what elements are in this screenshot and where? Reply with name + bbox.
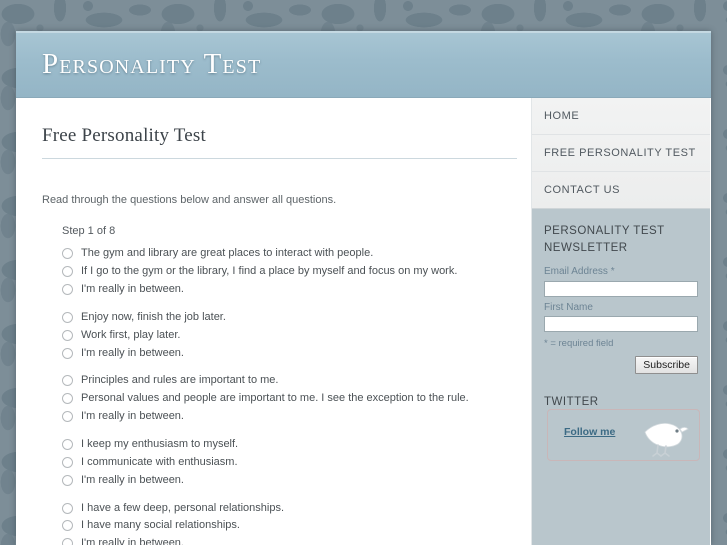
option-label: I'm really in between. <box>81 537 184 545</box>
option-label: I'm really in between. <box>81 410 184 423</box>
subscribe-button[interactable]: Subscribe <box>635 356 698 375</box>
option-row[interactable]: I have many social relationships. <box>62 517 517 535</box>
question-group: Principles and rules are important to me… <box>42 362 517 426</box>
radio-button[interactable] <box>62 474 73 486</box>
option-row[interactable]: I communicate with enthusiasm. <box>62 454 517 472</box>
option-label: Personal values and people are important… <box>81 392 469 405</box>
radio-button[interactable] <box>62 520 73 532</box>
subscribe-row: Subscribe <box>544 349 698 375</box>
radio-button[interactable] <box>62 456 73 468</box>
newsletter-widget: PERSONALITY TEST NEWSLETTER Email Addres… <box>544 223 698 375</box>
option-row[interactable]: I'm really in between. <box>62 281 517 299</box>
required-field-note: * = required field <box>544 338 614 350</box>
sidebar-item-home[interactable]: HOME <box>532 98 710 135</box>
site-title: Personality Test <box>42 48 262 80</box>
page-title: Free Personality Test <box>42 125 206 146</box>
option-label: I'm really in between. <box>81 346 184 359</box>
radio-button[interactable] <box>62 347 73 359</box>
option-row[interactable]: I'm really in between. <box>62 345 517 363</box>
step-label: Step 1 of 8 <box>62 225 116 238</box>
option-row[interactable]: Personal values and people are important… <box>62 390 517 408</box>
radio-button[interactable] <box>62 284 73 296</box>
question-group: The gym and library are great places to … <box>42 237 517 299</box>
radio-button[interactable] <box>62 248 73 260</box>
option-label: I communicate with enthusiasm. <box>81 455 238 468</box>
twitter-title: TWITTER <box>544 396 599 409</box>
option-row[interactable]: The gym and library are great places to … <box>62 245 517 263</box>
twitter-widget: TWITTER Follow me <box>544 396 700 462</box>
option-row[interactable]: If I go to the gym or the library, I fin… <box>62 263 517 281</box>
radio-button[interactable] <box>62 538 73 545</box>
radio-button[interactable] <box>62 502 73 514</box>
option-row[interactable]: I keep my enthusiasm to myself. <box>62 436 517 454</box>
twitter-bird-icon <box>644 423 689 458</box>
option-row[interactable]: Principles and rules are important to me… <box>62 372 517 390</box>
option-label: I have many social relationships. <box>81 519 240 532</box>
option-label: Principles and rules are important to me… <box>81 374 279 387</box>
newsletter-title: PERSONALITY TEST NEWSLETTER <box>544 225 665 254</box>
page-container: Personality Test Free Personality Test R… <box>16 31 711 545</box>
option-label: I have a few deep, personal relationship… <box>81 501 285 514</box>
sidebar: HOME FREE PERSONALITY TEST CONTACT US PE… <box>532 98 710 545</box>
option-row[interactable]: I have a few deep, personal relationship… <box>62 500 517 518</box>
question-group: Enjoy now, finish the job later. Work fi… <box>42 299 517 363</box>
question-group: I have a few deep, personal relationship… <box>42 490 517 545</box>
option-row[interactable]: Work first, play later. <box>62 327 517 345</box>
email-label: Email Address * <box>544 266 615 278</box>
first-name-label: First Name <box>544 301 593 313</box>
email-field[interactable] <box>544 280 698 297</box>
option-label: The gym and library are great places to … <box>81 247 374 260</box>
radio-button[interactable] <box>62 311 73 323</box>
radio-button[interactable] <box>62 329 73 341</box>
question-group: I keep my enthusiasm to myself. I commun… <box>42 426 517 490</box>
option-row[interactable]: Enjoy now, finish the job later. <box>62 309 517 327</box>
sidebar-nav: HOME FREE PERSONALITY TEST CONTACT US <box>532 98 710 209</box>
option-row[interactable]: I'm really in between. <box>62 408 517 426</box>
follow-me-link[interactable]: Follow me <box>564 426 615 438</box>
sidebar-item-free-personality-test[interactable]: FREE PERSONALITY TEST <box>532 135 710 172</box>
radio-button[interactable] <box>62 266 73 278</box>
option-row[interactable]: I'm really in between. <box>62 472 517 490</box>
main-content: Free Personality Test Read through the q… <box>16 98 532 545</box>
radio-button[interactable] <box>62 438 73 450</box>
radio-button[interactable] <box>62 393 73 405</box>
option-label: Work first, play later. <box>81 328 181 341</box>
first-name-field[interactable] <box>544 316 698 333</box>
option-label: I keep my enthusiasm to myself. <box>81 437 239 450</box>
intro-text: Read through the questions below and ans… <box>42 194 337 206</box>
option-label: I'm really in between. <box>81 473 184 486</box>
radio-button[interactable] <box>62 411 73 423</box>
option-label: Enjoy now, finish the job later. <box>81 310 226 323</box>
radio-button[interactable] <box>62 375 73 387</box>
site-header: Personality Test <box>16 31 711 98</box>
sidebar-widgets: PERSONALITY TEST NEWSLETTER Email Addres… <box>532 209 710 545</box>
sidebar-item-contact-us[interactable]: CONTACT US <box>532 172 710 208</box>
option-row[interactable]: I'm really in between. <box>62 535 517 545</box>
page-columns: Free Personality Test Read through the q… <box>16 98 711 545</box>
option-label: If I go to the gym or the library, I fin… <box>81 265 458 278</box>
option-label: I'm really in between. <box>81 283 184 296</box>
